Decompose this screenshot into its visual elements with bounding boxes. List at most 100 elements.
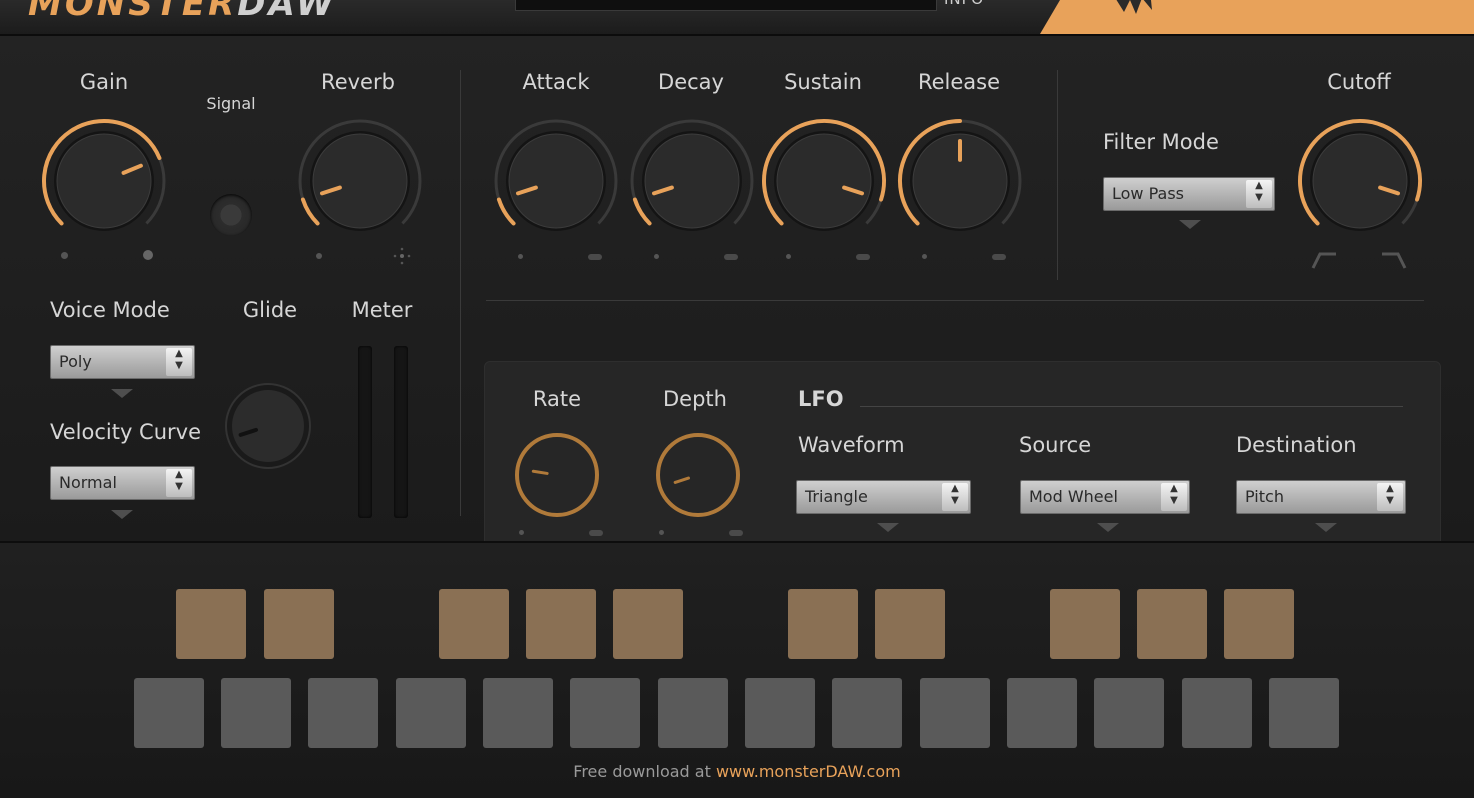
- decay-knob[interactable]: [628, 117, 756, 245]
- depth-max-dash: [729, 530, 743, 536]
- filter-mode-select[interactable]: Low Pass ▲ ▼: [1103, 177, 1275, 211]
- section-divider: [486, 300, 1424, 301]
- spinner-arrows-icon: ▲ ▼: [1161, 483, 1187, 511]
- destination-label: Destination: [1236, 433, 1357, 457]
- black-pad[interactable]: [176, 589, 246, 659]
- meter-left: [358, 346, 372, 518]
- destination-select[interactable]: Pitch ▲ ▼: [1236, 480, 1406, 514]
- decay-min-dot: [654, 254, 659, 259]
- sustain-label: Sustain: [784, 70, 862, 94]
- spinner-arrows-icon: ▲ ▼: [166, 348, 192, 376]
- sustain-max-dash: [856, 254, 870, 260]
- attack-label: Attack: [522, 70, 590, 94]
- depth-min-dot: [659, 530, 664, 535]
- filter-mode-chevron-down-icon[interactable]: [1179, 220, 1201, 229]
- white-pad[interactable]: [134, 678, 204, 748]
- lfo-rate-knob[interactable]: [511, 429, 603, 521]
- white-pad[interactable]: [1269, 678, 1339, 748]
- preset-display[interactable]: [515, 0, 937, 11]
- gain-max-dot: [143, 250, 153, 260]
- filter-mode-label: Filter Mode: [1103, 130, 1219, 154]
- signal-led: [210, 194, 252, 236]
- black-pad[interactable]: [526, 589, 596, 659]
- lfo-panel: Rate Depth LFO Waveform Triangle ▲ ▼ Sour…: [484, 361, 1441, 555]
- reverb-label: Reverb: [321, 70, 395, 94]
- black-pad[interactable]: [1137, 589, 1207, 659]
- meter-right: [394, 346, 408, 518]
- meter-label: Meter: [351, 298, 413, 322]
- waveform-chevron-down-icon[interactable]: [877, 523, 899, 532]
- keyboard-section: [0, 541, 1474, 798]
- white-pad[interactable]: [1007, 678, 1077, 748]
- app-logo: MONSTERDAW: [28, 0, 337, 24]
- lfo-depth-label: Depth: [663, 387, 727, 411]
- release-max-dash: [992, 254, 1006, 260]
- gain-knob[interactable]: [40, 117, 168, 245]
- waveform-label: Waveform: [798, 433, 905, 457]
- glide-label: Glide: [242, 298, 298, 322]
- destination-chevron-down-icon[interactable]: [1315, 523, 1337, 532]
- spinner-arrows-icon: ▲ ▼: [1246, 180, 1272, 208]
- rate-min-dot: [519, 530, 524, 535]
- white-pad[interactable]: [308, 678, 378, 748]
- attack-knob[interactable]: [492, 117, 620, 245]
- velocity-curve-select[interactable]: Normal ▲ ▼: [50, 466, 195, 500]
- voice-mode-chevron-down-icon[interactable]: [111, 389, 133, 398]
- source-select[interactable]: Mod Wheel ▲ ▼: [1020, 480, 1190, 514]
- voice-mode-select[interactable]: Poly ▲ ▼: [50, 345, 195, 379]
- lfo-title: LFO: [798, 387, 844, 411]
- gain-label: Gain: [79, 70, 129, 94]
- white-pad[interactable]: [570, 678, 640, 748]
- decay-max-dash: [724, 254, 738, 260]
- source-label: Source: [1019, 433, 1092, 457]
- black-pad[interactable]: [1224, 589, 1294, 659]
- website-link[interactable]: www.monsterDAW.com: [716, 762, 901, 781]
- voice-mode-label: Voice Mode: [50, 298, 170, 322]
- synth-window: MONSTERDAW INFO Gain Signal Reverb Voice…: [0, 0, 1474, 798]
- attack-max-dash: [588, 254, 602, 260]
- source-chevron-down-icon[interactable]: [1097, 523, 1119, 532]
- lfo-title-rule: [860, 406, 1403, 407]
- release-label: Release: [917, 70, 1001, 94]
- release-min-dot: [922, 254, 927, 259]
- white-pad[interactable]: [920, 678, 990, 748]
- top-bar: MONSTERDAW INFO: [0, 0, 1474, 36]
- black-pad[interactable]: [1050, 589, 1120, 659]
- white-pad[interactable]: [396, 678, 466, 748]
- velocity-curve-chevron-down-icon[interactable]: [111, 510, 133, 519]
- black-pad[interactable]: [875, 589, 945, 659]
- white-pad[interactable]: [832, 678, 902, 748]
- white-pad[interactable]: [1182, 678, 1252, 748]
- signal-label: Signal: [206, 94, 256, 113]
- reverb-min-dot: [316, 253, 322, 259]
- reverb-knob[interactable]: [296, 117, 424, 245]
- white-pad[interactable]: [221, 678, 291, 748]
- footer: Free download at www.monsterDAW.com: [573, 762, 901, 781]
- black-pad[interactable]: [613, 589, 683, 659]
- white-pad[interactable]: [1094, 678, 1164, 748]
- main-panel: Gain Signal Reverb Voice Mode Poly ▲ ▼ Ve…: [0, 36, 1474, 555]
- lfo-depth-knob[interactable]: [652, 429, 744, 521]
- release-knob[interactable]: [896, 117, 1024, 245]
- black-pad[interactable]: [788, 589, 858, 659]
- info-button[interactable]: INFO: [944, 0, 984, 8]
- monster-logo-icon: [1114, 0, 1152, 14]
- glide-knob[interactable]: [222, 380, 314, 472]
- spinner-arrows-icon: ▲ ▼: [1377, 483, 1403, 511]
- waveform-select[interactable]: Triangle ▲ ▼: [796, 480, 971, 514]
- white-pad[interactable]: [745, 678, 815, 748]
- brand-panel: [1040, 0, 1474, 34]
- lowpass-slope-icon: [1311, 252, 1336, 269]
- lfo-rate-label: Rate: [532, 387, 582, 411]
- sustain-knob[interactable]: [760, 117, 888, 245]
- decay-label: Decay: [658, 70, 724, 94]
- white-pad[interactable]: [483, 678, 553, 748]
- divider: [1057, 70, 1058, 280]
- black-pad[interactable]: [439, 589, 509, 659]
- cutoff-knob[interactable]: [1296, 117, 1424, 245]
- rate-max-dash: [589, 530, 603, 536]
- sustain-min-dot: [786, 254, 791, 259]
- reverb-max-icon: [393, 247, 411, 265]
- black-pad[interactable]: [264, 589, 334, 659]
- white-pad[interactable]: [658, 678, 728, 748]
